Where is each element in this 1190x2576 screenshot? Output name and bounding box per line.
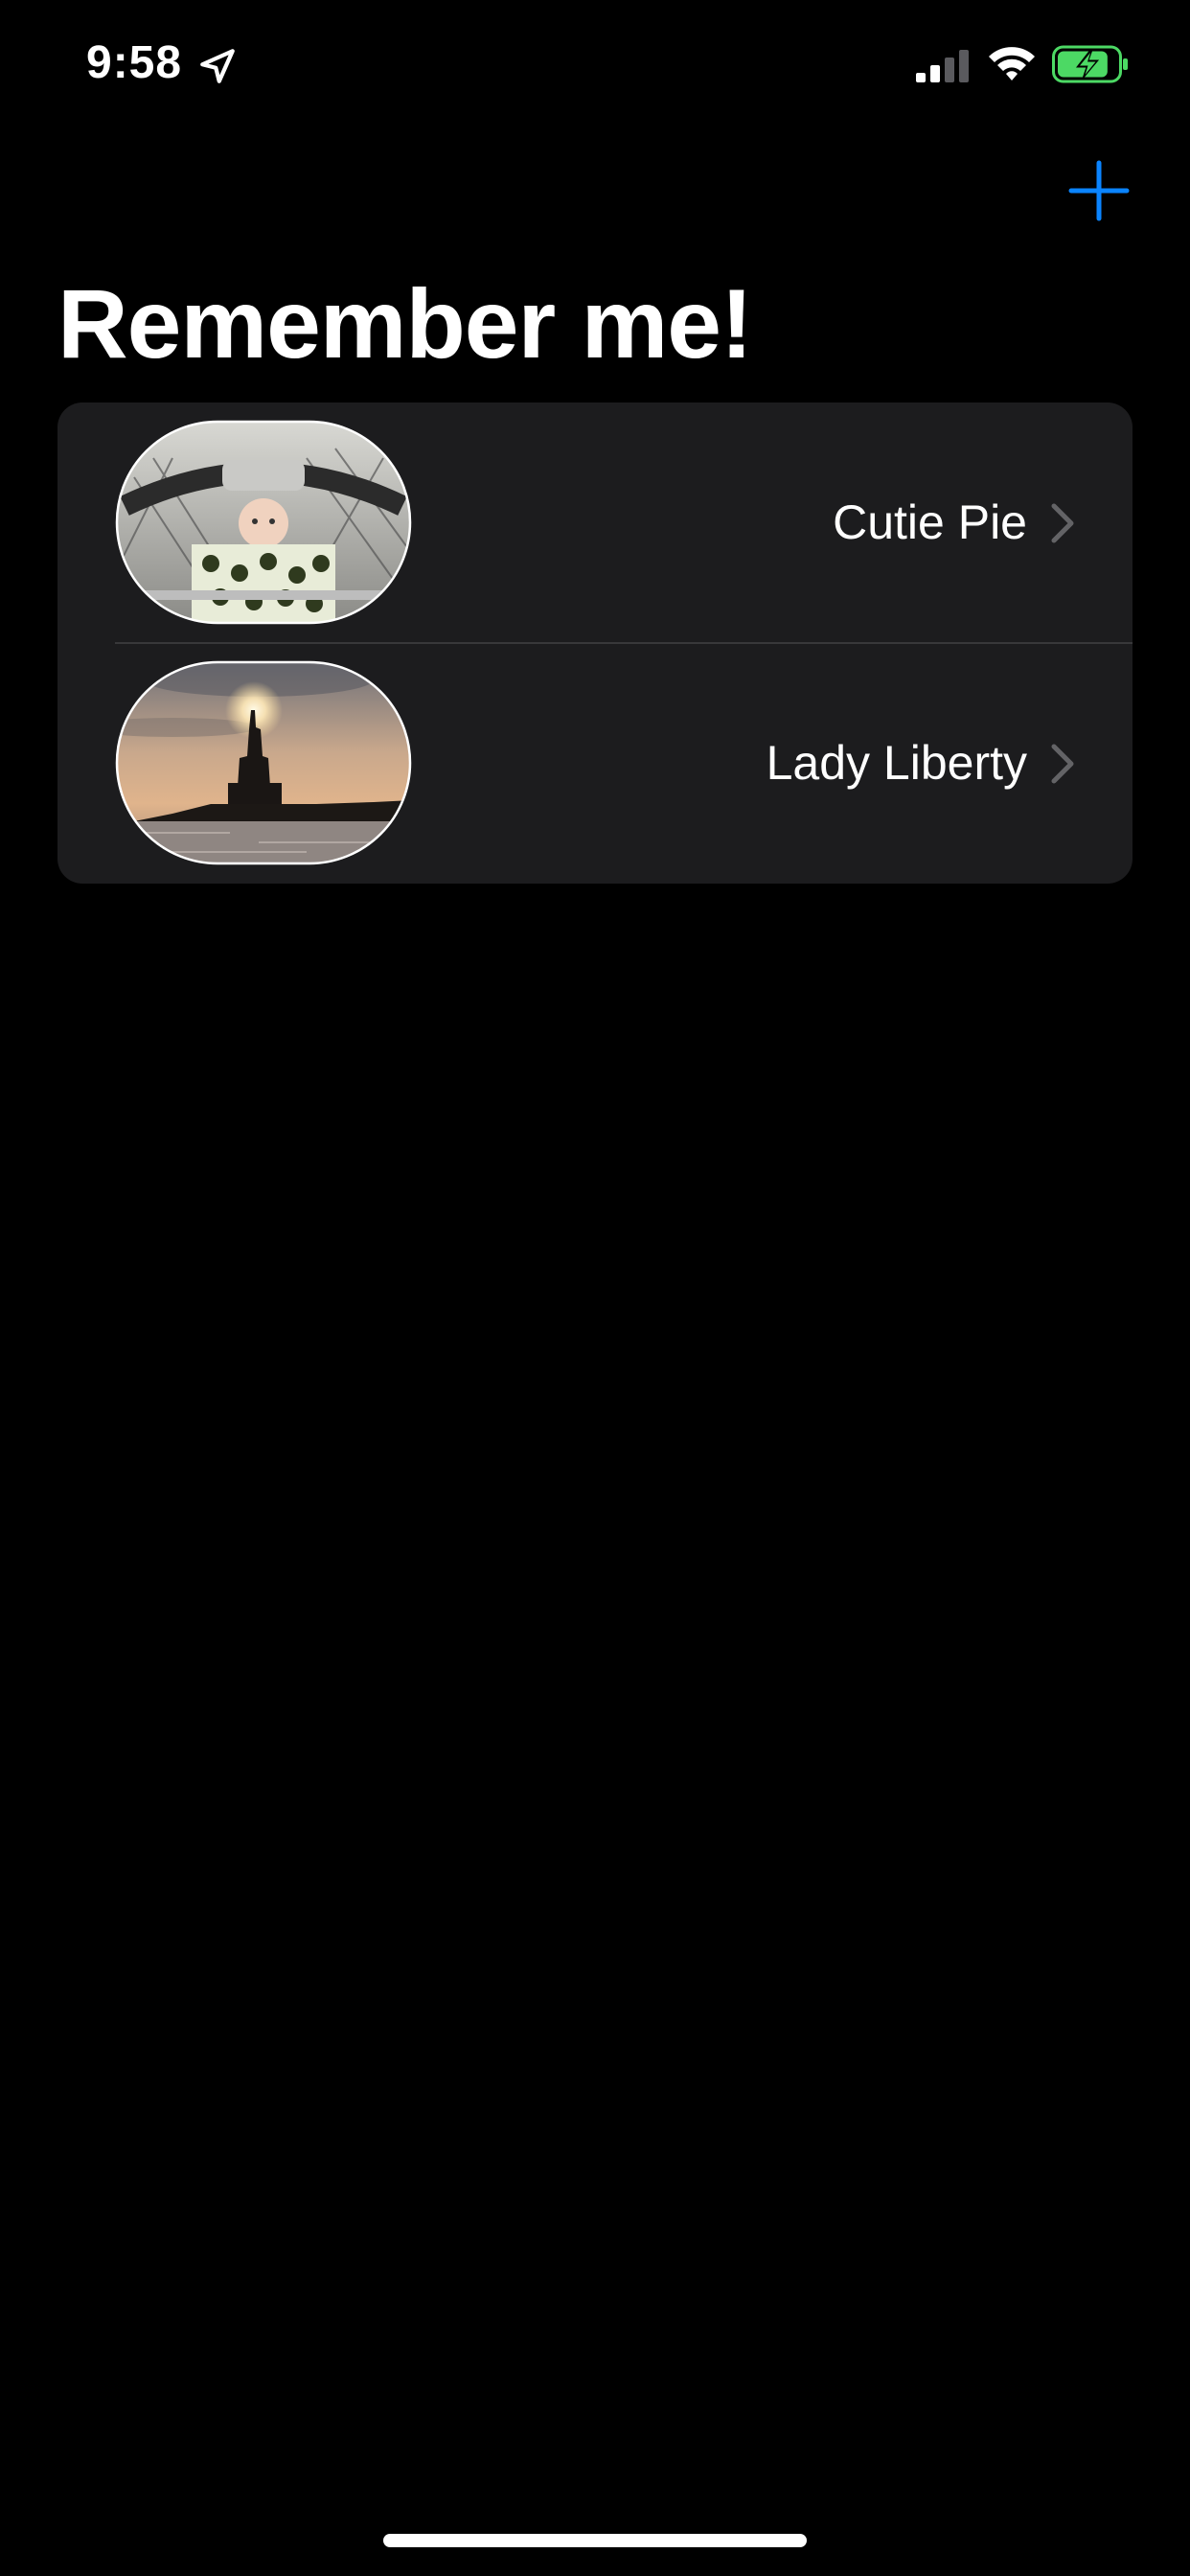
list-item[interactable]: Lady Liberty xyxy=(57,643,1133,884)
item-thumbnail xyxy=(115,420,412,625)
location-arrow-icon xyxy=(200,49,235,83)
wifi-icon xyxy=(989,47,1035,80)
page-title: Remember me! xyxy=(57,269,753,379)
item-thumbnail xyxy=(115,660,412,865)
chevron-right-icon xyxy=(1051,503,1074,543)
status-time: 9:58 xyxy=(86,37,183,88)
status-bar: 9:58 xyxy=(0,0,1190,126)
item-name: Lady Liberty xyxy=(766,736,1027,790)
home-indicator[interactable] xyxy=(383,2534,807,2547)
chevron-right-icon xyxy=(1051,744,1074,784)
items-list: Cutie Pie Lady Liberty xyxy=(57,402,1133,884)
item-name: Cutie Pie xyxy=(833,495,1027,549)
plus-icon xyxy=(1068,160,1130,221)
cellular-signal-icon xyxy=(916,50,969,82)
battery-charging-icon xyxy=(1052,45,1128,83)
list-item[interactable]: Cutie Pie xyxy=(57,402,1133,644)
add-button[interactable] xyxy=(1067,159,1131,222)
